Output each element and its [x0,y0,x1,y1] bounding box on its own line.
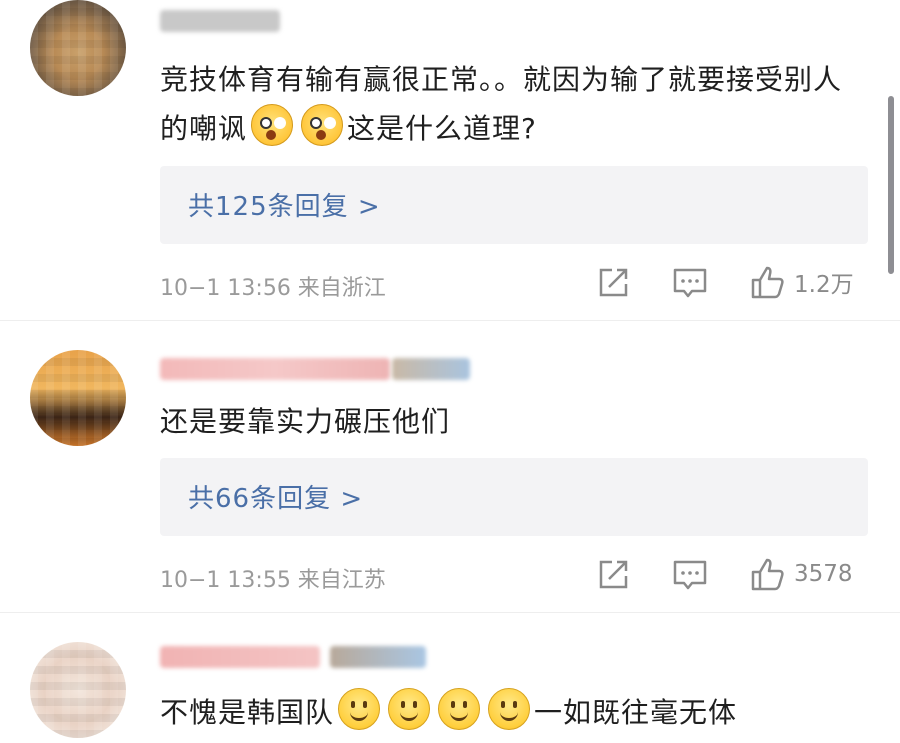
like-icon [751,266,784,299]
smile-emoji [388,688,431,730]
like-icon [751,558,784,591]
comment-text: 还是要靠实力碾压他们 [160,405,451,438]
smile-emoji [438,688,481,730]
smile-emoji [488,688,531,730]
comment-text-part2: 一如既往毫无体 [534,696,738,729]
shocked-face-emoji [301,104,344,146]
comment-button[interactable] [672,266,708,300]
like-count: 1.2万 [794,272,854,298]
user-badge-blurred [330,646,426,668]
share-button[interactable] [596,266,630,300]
username-blurred[interactable] [160,646,320,668]
scrollbar[interactable] [888,96,894,274]
user-badge-blurred [392,358,470,380]
share-button[interactable] [596,558,630,592]
comment-icon [673,560,707,590]
comment-text: 不愧是韩国队 一如既往毫无体 [160,688,870,737]
smile-emoji [338,688,381,730]
avatar[interactable] [30,0,126,96]
like-button[interactable]: 3578 [750,556,853,592]
comment-2: 还是要靠实力碾压他们 共66条回复 > 10−1 13:55 来自江苏 3578 [0,340,900,630]
comment-1: 竞技体育有输有赢很正常。。就因为输了就要接受别人的嘲讽 这是什么道理? 共125条… [0,0,900,320]
username-blurred[interactable] [160,10,280,32]
divider [0,612,900,613]
like-button[interactable]: 1.2万 [750,264,854,300]
divider [0,320,900,321]
replies-box[interactable]: 共66条回复 > [160,458,868,536]
avatar[interactable] [30,350,126,446]
username-blurred[interactable] [160,358,390,380]
replies-box[interactable]: 共125条回复 > [160,166,868,244]
avatar[interactable] [30,642,126,738]
comment-3: 不愧是韩国队 一如既往毫无体 [0,630,900,743]
comment-text: 竞技体育有输有赢很正常。。就因为输了就要接受别人的嘲讽 这是什么道理? [160,56,870,153]
comment-text-part2: 这是什么道理? [347,112,537,145]
share-icon [599,560,628,589]
replies-link[interactable]: 共66条回复 > [188,478,363,515]
comment-text-part1: 不愧是韩国队 [160,696,335,729]
comment-meta: 10−1 13:56 来自浙江 [160,276,386,301]
share-icon [599,268,628,297]
comment-meta: 10−1 13:55 来自江苏 [160,568,386,593]
replies-link[interactable]: 共125条回复 > [188,186,381,223]
comment-button[interactable] [672,558,708,592]
comment-icon [673,268,707,298]
shocked-face-emoji [251,104,294,146]
like-count: 3578 [794,561,853,587]
